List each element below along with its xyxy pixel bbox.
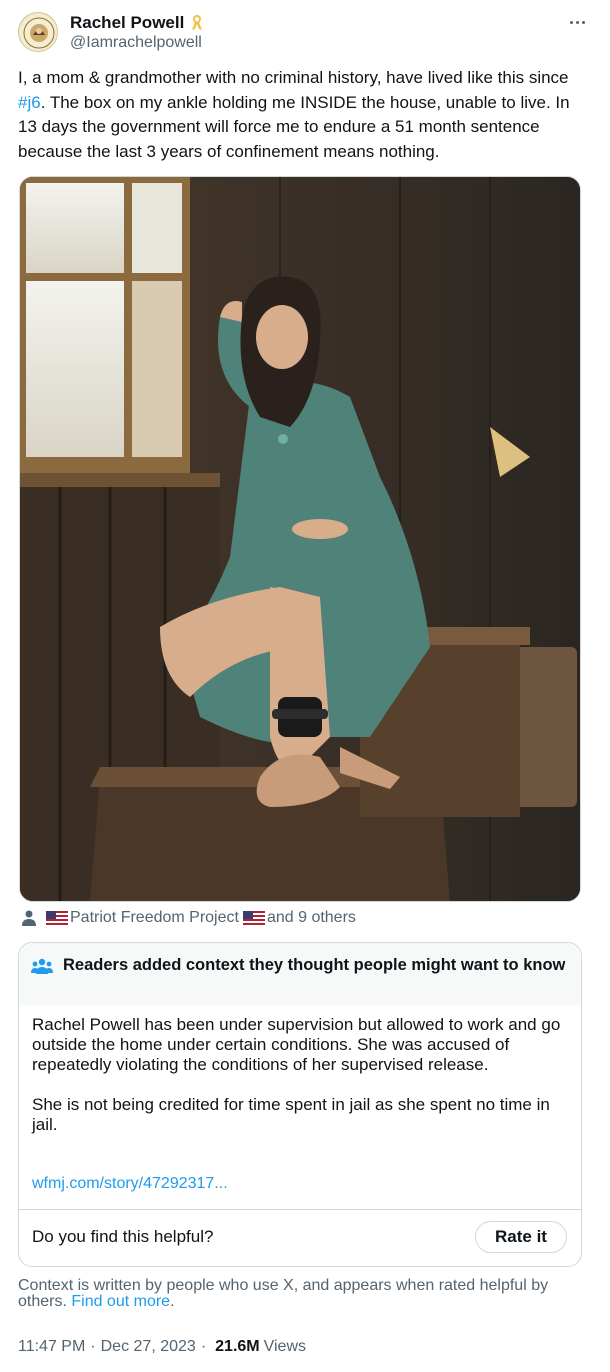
tagged-others[interactable]: and 9 others <box>267 909 356 927</box>
us-flag-icon <box>46 911 68 925</box>
context-footer-end: . <box>170 1293 175 1310</box>
separator-dot: · <box>200 1338 207 1355</box>
more-options-icon[interactable] <box>564 12 590 32</box>
hashtag-link[interactable]: #j6 <box>18 93 41 112</box>
tweet-time[interactable]: 11:47 PM <box>18 1338 85 1356</box>
rate-it-button[interactable]: Rate it <box>475 1221 567 1253</box>
us-flag-icon <box>242 911 265 925</box>
views-label: Views <box>263 1338 306 1355</box>
gold-ribbon-icon <box>192 14 203 30</box>
find-out-more-link[interactable]: Find out more <box>71 1293 170 1310</box>
community-note: Readers added context they thought peopl… <box>18 942 582 1267</box>
tweet-photo[interactable] <box>19 176 581 902</box>
tweet-text: I, a mom & grandmother with no criminal … <box>18 66 588 164</box>
views-count: 21.6M <box>215 1338 260 1355</box>
profile-avatar[interactable] <box>18 12 58 52</box>
user-handle[interactable]: @Iamrachelpowell <box>70 34 202 52</box>
profile-avatar-icon <box>20 14 57 51</box>
tweet-date[interactable]: Dec 27, 2023 <box>101 1338 196 1356</box>
context-footer: Context is written by people who use X, … <box>18 1278 588 1310</box>
divider <box>19 1209 581 1210</box>
note-paragraph: She is not being credited for time spent… <box>32 1095 550 1134</box>
display-name[interactable]: Rachel Powell <box>70 13 184 33</box>
person-icon <box>22 910 36 926</box>
note-paragraph: Rachel Powell has been under supervision… <box>32 1015 561 1074</box>
community-note-header: Readers added context they thought peopl… <box>19 943 581 1005</box>
community-note-title: Readers added context they thought peopl… <box>63 956 566 974</box>
tweet-text-part: I, a mom & grandmother with no criminal … <box>18 68 569 87</box>
helpful-prompt: Do you find this helpful? <box>32 1227 214 1246</box>
tweet-header: Rachel Powell @Iamrachelpowell <box>18 8 592 58</box>
tweet-meta: 11:47 PM · Dec 27, 2023 · 21.6M Views <box>18 1338 306 1356</box>
tagged-first[interactable]: Patriot Freedom Project <box>70 909 239 927</box>
community-note-body: Rachel Powell has been under supervision… <box>32 1015 572 1155</box>
tweet-text-part: . The box on my ankle holding me INSIDE … <box>18 92 570 161</box>
tagged-people[interactable]: Patriot Freedom Project and 9 others <box>20 906 356 930</box>
people-group-icon <box>31 958 53 974</box>
photo-image <box>20 177 580 901</box>
note-source-link[interactable]: wfmj.com/story/47292317... <box>32 1175 228 1193</box>
separator-dot: · <box>90 1338 96 1355</box>
